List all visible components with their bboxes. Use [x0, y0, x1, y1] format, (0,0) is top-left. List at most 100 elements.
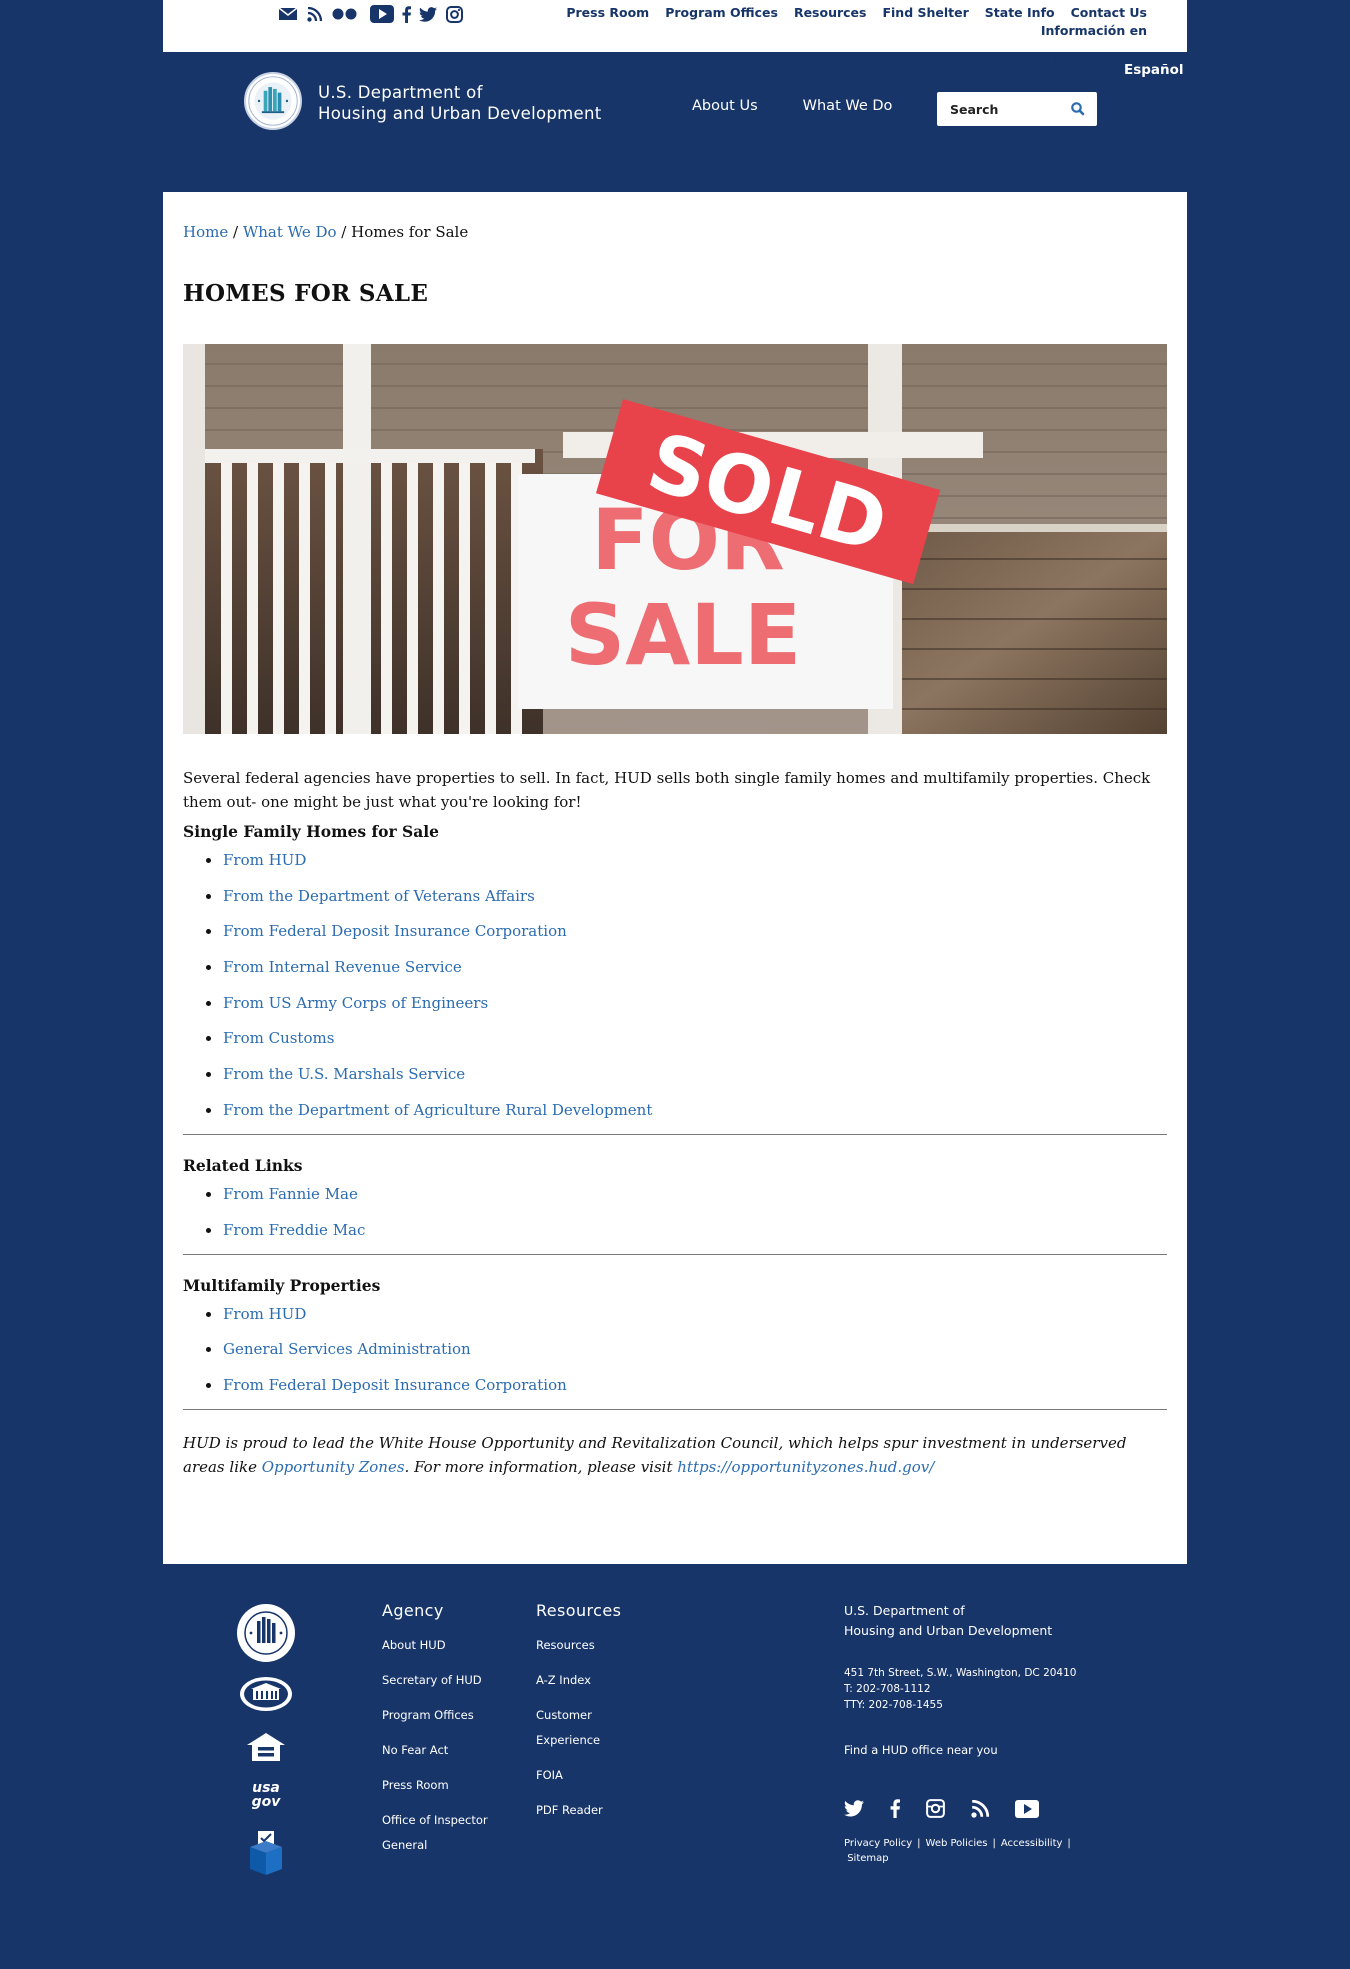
footer-link-sitemap[interactable]: Sitemap [847, 1853, 888, 1864]
link-opportunity-zones[interactable]: Opportunity Zones [262, 1458, 405, 1476]
footer-link-program-offices[interactable]: Program Offices [382, 1703, 502, 1728]
footer-link-accessibility[interactable]: Accessibility [1001, 1838, 1063, 1849]
youtube-icon[interactable] [1015, 1799, 1039, 1818]
link-irs[interactable]: From Internal Revenue Service [223, 958, 462, 976]
twitter-icon[interactable] [419, 6, 437, 22]
hero-sign-sale: SALE [565, 586, 801, 684]
nav-about-us[interactable]: About Us [692, 98, 758, 114]
list-item: From Freddie Mac [203, 1218, 1167, 1242]
list-item: From Federal Deposit Insurance Corporati… [203, 919, 1167, 943]
page-body: Several federal agencies have properties… [183, 766, 1167, 1479]
usagov-logo[interactable]: usa gov [243, 1781, 289, 1815]
footer-link-foia[interactable]: FOIA [536, 1763, 626, 1788]
footer-address-block: 451 7th Street, S.W., Washington, DC 204… [844, 1665, 1104, 1713]
list-item: From Internal Revenue Service [203, 955, 1167, 979]
search-icon[interactable] [1070, 101, 1086, 117]
multifamily-heading: Multifamily Properties [183, 1275, 381, 1295]
footer-link-about-hud[interactable]: About HUD [382, 1633, 502, 1658]
breadcrumb-home[interactable]: Home [183, 223, 228, 241]
list-item: From Federal Deposit Insurance Corporati… [203, 1373, 1167, 1397]
facebook-icon[interactable] [402, 5, 411, 23]
footer-contact: U.S. Department of Housing and Urban Dev… [844, 1601, 1104, 1866]
footer-link-privacy[interactable]: Privacy Policy [844, 1838, 912, 1849]
footer-legal-links: Privacy Policy | Web Policies | Accessibilit… [844, 1836, 1104, 1866]
footer-link-resources[interactable]: Resources [536, 1633, 626, 1658]
youtube-icon[interactable] [370, 5, 394, 23]
mail-icon[interactable] [279, 8, 297, 20]
vote-icon[interactable] [248, 1829, 284, 1877]
utility-links: Press Room Program Offices Resources Fin… [447, 4, 1147, 69]
footer-resources-column: Resources Resources A-Z Index Customer E… [536, 1601, 626, 1823]
utility-social-icons [279, 4, 463, 24]
footer-link-inspector-general[interactable]: Office of Inspector General [382, 1808, 502, 1858]
link-customs[interactable]: From Customs [223, 1029, 334, 1047]
footer-link-pdf-reader[interactable]: PDF Reader [536, 1798, 626, 1823]
list-item: From the U.S. Marshals Service [203, 1062, 1167, 1086]
breadcrumb-what-we-do[interactable]: What We Do [243, 223, 337, 241]
divider [183, 1253, 1167, 1255]
intro-text: Several federal agencies have properties… [183, 769, 1151, 811]
link-fdic[interactable]: From Federal Deposit Insurance Corporati… [223, 922, 567, 940]
link-gsa[interactable]: General Services Administration [223, 1340, 471, 1358]
hud-seal-icon[interactable] [236, 1603, 296, 1663]
equal-housing-icon[interactable] [245, 1731, 287, 1763]
footer-link-no-fear-act[interactable]: No Fear Act [382, 1738, 502, 1763]
related-links-list: From Fannie Mae From Freddie Mac [183, 1182, 1167, 1242]
utility-link-resources[interactable]: Resources [794, 4, 867, 22]
link-marshals[interactable]: From the U.S. Marshals Service [223, 1065, 465, 1083]
list-item: From HUD [203, 848, 1167, 872]
footer-link-secretary[interactable]: Secretary of HUD [382, 1668, 502, 1693]
utility-link-state-info[interactable]: State Info [985, 4, 1055, 22]
twitter-icon[interactable] [844, 1800, 864, 1817]
utility-link-informacion-en[interactable]: Información en [1041, 22, 1147, 40]
footer-find-office-link[interactable]: Find a HUD office near you [844, 1743, 1104, 1757]
footer-resources-heading: Resources [536, 1601, 622, 1620]
link-multifamily-fdic[interactable]: From Federal Deposit Insurance Corporati… [223, 1376, 567, 1394]
utility-bar: Press Room Program Offices Resources Fin… [163, 0, 1187, 67]
rss-icon[interactable] [307, 6, 322, 22]
search-input[interactable] [937, 92, 1057, 126]
divider [183, 1133, 1167, 1135]
nav-what-we-do[interactable]: What We Do [803, 98, 893, 114]
flickr-icon[interactable] [331, 8, 359, 20]
link-fannie-mae[interactable]: From Fannie Mae [223, 1185, 358, 1203]
link-multifamily-hud[interactable]: From HUD [223, 1305, 306, 1323]
utility-link-contact-us[interactable]: Contact Us [1071, 4, 1147, 22]
espanol-link[interactable]: Español [1124, 62, 1184, 78]
link-freddie-mac[interactable]: From Freddie Mac [223, 1221, 365, 1239]
footer-link-web-policies[interactable]: Web Policies [926, 1838, 988, 1849]
legal-separator: | [1067, 1838, 1071, 1849]
footer-link-press-room[interactable]: Press Room [382, 1773, 502, 1798]
link-opportunityzones-url[interactable]: https://opportunityzones.hud.gov/ [677, 1458, 934, 1476]
utility-link-espanol-wrap[interactable]: Español [1052, 52, 1107, 67]
utility-link-program-offices[interactable]: Program Offices [665, 4, 778, 22]
breadcrumb-separator: / [228, 223, 243, 241]
link-veterans-affairs[interactable]: From the Department of Veterans Affairs [223, 887, 535, 905]
related-links-section: Related Links From Fannie Mae From Fredd… [183, 1156, 1167, 1242]
usagov-logo-text: usa gov [251, 1780, 281, 1810]
link-army-corps[interactable]: From US Army Corps of Engineers [223, 994, 488, 1012]
rss-icon[interactable] [971, 1799, 989, 1818]
facebook-icon[interactable] [890, 1799, 900, 1818]
department-name[interactable]: U.S. Department of Housing and Urban Dev… [318, 82, 602, 124]
list-item: General Services Administration [203, 1337, 1167, 1361]
utility-link-press-room[interactable]: Press Room [566, 4, 649, 22]
related-links-heading: Related Links [183, 1155, 303, 1175]
breadcrumb-separator: / [336, 223, 352, 241]
utility-link-find-shelter[interactable]: Find Shelter [882, 4, 968, 22]
footer-link-az-index[interactable]: A-Z Index [536, 1668, 626, 1693]
link-from-hud[interactable]: From HUD [223, 851, 306, 869]
footer-link-customer-experience[interactable]: Customer Experience [536, 1703, 626, 1753]
instagram-icon[interactable] [926, 1799, 945, 1818]
search-box [937, 92, 1097, 126]
department-name-line1: U.S. Department of [318, 83, 483, 102]
white-house-icon[interactable] [239, 1675, 293, 1713]
multifamily-list: From HUD General Services Administration… [183, 1302, 1167, 1397]
closing-text-2: . For more information, please visit [404, 1457, 678, 1476]
department-name-line2: Housing and Urban Development [318, 104, 602, 123]
link-usda-rural[interactable]: From the Department of Agriculture Rural… [223, 1101, 652, 1119]
single-family-list: From HUD From the Department of Veterans… [183, 848, 1167, 1122]
footer-dept-line2: Housing and Urban Development [844, 1623, 1053, 1638]
hud-seal-logo[interactable] [244, 72, 302, 130]
footer-address: 451 7th Street, S.W., Washington, DC 204… [844, 1667, 1077, 1679]
